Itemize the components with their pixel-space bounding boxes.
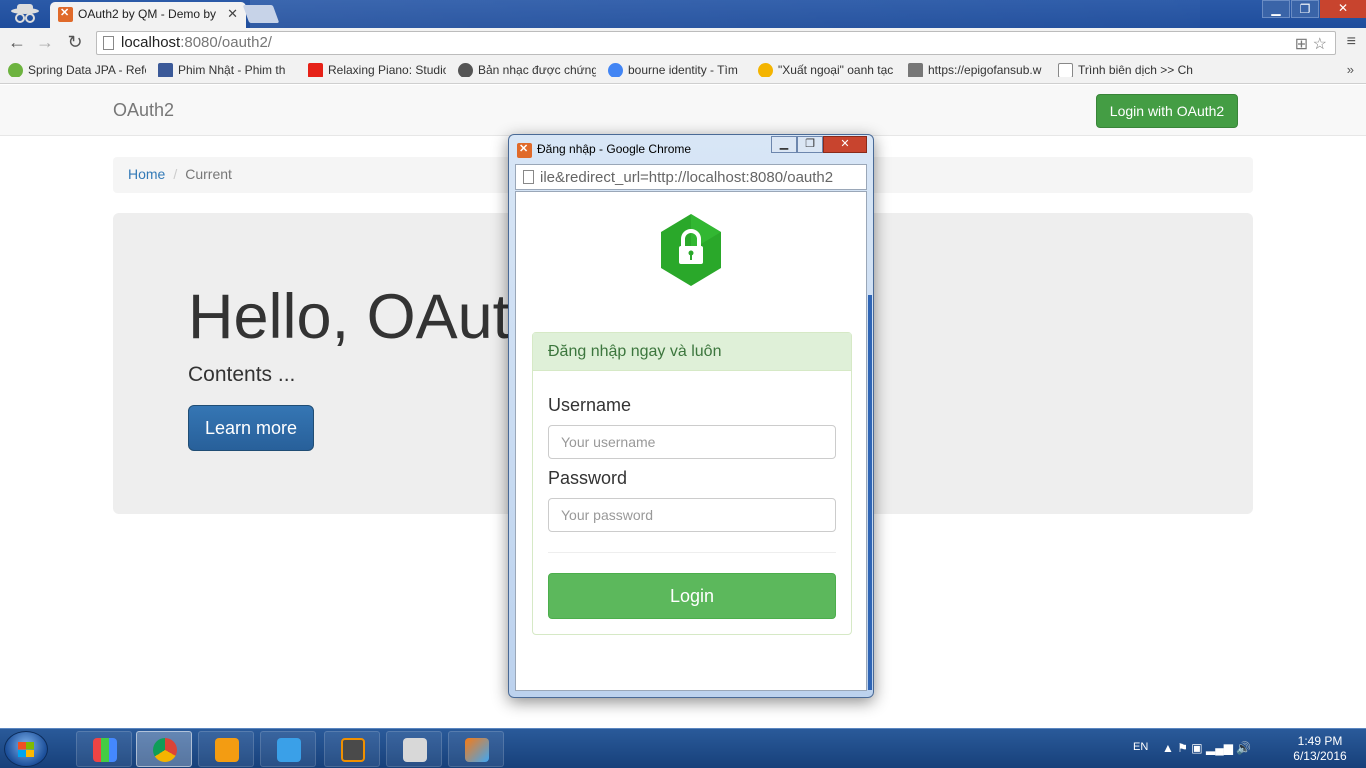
page-icon: [523, 170, 534, 184]
login-panel: Đăng nhập ngay và luôn Username Password…: [532, 332, 852, 635]
more-bookmarks-icon[interactable]: »: [1347, 62, 1354, 77]
language-indicator[interactable]: EN: [1133, 741, 1148, 753]
close-tab-icon[interactable]: ✕: [227, 6, 238, 22]
close-window-button[interactable]: ✕: [1320, 0, 1366, 18]
xampp-favicon-icon: [517, 142, 532, 158]
chrome-menu-icon[interactable]: ≡: [1347, 33, 1356, 51]
popup-address-bar[interactable]: ile&redirect_url=http://localhost:8080/o…: [515, 164, 867, 190]
lock-icon: [661, 214, 721, 286]
new-tab-button[interactable]: [242, 5, 280, 23]
popup-close-button[interactable]: ✕: [823, 136, 867, 153]
bookmark-item[interactable]: "Xuất ngoại" oanh tạc: [758, 63, 896, 77]
bookmark-item[interactable]: Relaxing Piano: Studio: [308, 63, 446, 77]
bookmark-item[interactable]: Trình biên dịch >> Ch: [1058, 63, 1196, 77]
start-menu-icon[interactable]: [4, 731, 48, 767]
divider: [548, 552, 836, 553]
forward-arrow-icon[interactable]: →: [34, 32, 56, 53]
bookmark-item[interactable]: Spring Data JPA - Refe: [8, 63, 146, 77]
upload-icon[interactable]: [260, 731, 316, 767]
clock-date: 6/13/2016: [1293, 749, 1347, 763]
breadcrumb-separator: /: [173, 166, 178, 182]
google-icon: [608, 63, 623, 77]
chrome-icon[interactable]: [136, 731, 192, 767]
popup-scrollbar[interactable]: [868, 295, 872, 690]
url-host: localhost: [121, 34, 181, 51]
tab-title: OAuth2 by QM - Demo by: [78, 7, 217, 21]
popup-minimize-button[interactable]: ▁: [771, 136, 797, 153]
username-label: Username: [548, 395, 632, 415]
fansub-icon: [908, 63, 923, 77]
window-controls: ▁ ❐ ✕: [1262, 0, 1366, 20]
navbar-brand[interactable]: OAuth2: [113, 100, 174, 121]
popup-content: Đăng nhập ngay và luôn Username Password…: [515, 191, 867, 691]
login-with-oauth2-button[interactable]: Login with OAuth2: [1096, 94, 1238, 128]
youtube-icon: [308, 63, 323, 77]
maximize-button[interactable]: ❐: [1291, 0, 1319, 18]
tabstrip-background: [250, 0, 1200, 28]
page-icon: [1058, 63, 1073, 77]
bookmark-item[interactable]: https://epigofansub.w: [908, 63, 1046, 77]
spring-icon: [8, 63, 23, 77]
bookmarks-bar: Spring Data JPA - Refe Phim Nhật - Phim …: [0, 58, 1366, 84]
browser-tabstrip: OAuth2 by QM - Demo by ✕ ▁ ❐ ✕: [0, 0, 1366, 28]
system-clock[interactable]: 1:49 PM 6/13/2016: [1280, 734, 1360, 764]
reload-icon[interactable]: ↻: [64, 32, 86, 53]
media-player-icon[interactable]: [198, 731, 254, 767]
tray-icons[interactable]: ▲ ⚑ ▣ ▂▄▆ 🔊: [1162, 741, 1251, 755]
clock-time: 1:49 PM: [1297, 734, 1343, 748]
popup-window-title: Đăng nhập - Google Chrome: [537, 142, 692, 156]
music-site-icon: [458, 63, 473, 77]
jumbotron-text: Contents ...: [188, 363, 296, 386]
bookmark-item[interactable]: Bản nhạc được chứng: [458, 63, 596, 77]
breadcrumb-current: Current: [185, 166, 232, 182]
xampp-favicon-icon: [58, 6, 73, 22]
bookmark-item[interactable]: Phim Nhật - Phim th: [158, 63, 296, 77]
facebook-icon: [158, 63, 173, 77]
site-navbar: OAuth2 Login with OAuth2: [0, 85, 1366, 136]
url-path: :8080/oauth2/: [180, 34, 272, 51]
breadcrumb-home-link[interactable]: Home: [128, 166, 165, 182]
popup-url: ile&redirect_url=http://localhost:8080/o…: [540, 169, 834, 186]
popup-window-controls: ▁ ❐ ✕: [771, 136, 867, 153]
intellij-icon[interactable]: [448, 731, 504, 767]
back-arrow-icon[interactable]: ←: [6, 32, 28, 53]
password-label: Password: [548, 468, 628, 488]
sublime-text-icon[interactable]: [324, 731, 380, 767]
popup-maximize-button[interactable]: ❐: [797, 136, 823, 153]
file-manager-icon[interactable]: [386, 731, 442, 767]
bookmark-item[interactable]: bourne identity - Tìm: [608, 63, 746, 77]
minimize-button[interactable]: ▁: [1262, 0, 1290, 18]
login-popup-window: Đăng nhập - Google Chrome ▁ ❐ ✕ ile&redi…: [508, 134, 874, 698]
news-site-icon: [758, 63, 773, 77]
browser-toolbar: ← → ↻ localhost:8080/oauth2/ ⊞ ☆ ≡: [0, 28, 1366, 58]
tab-oauth2[interactable]: OAuth2 by QM - Demo by ✕: [50, 2, 246, 28]
page-icon: [103, 36, 114, 50]
username-input[interactable]: [548, 425, 836, 459]
translate-and-star-icons[interactable]: ⊞ ☆: [1295, 34, 1327, 54]
panel-heading: Đăng nhập ngay và luôn: [533, 333, 851, 371]
password-input[interactable]: [548, 498, 836, 532]
learn-more-button[interactable]: Learn more: [188, 405, 314, 451]
login-button[interactable]: Login: [548, 573, 836, 619]
incognito-icon: [11, 4, 39, 23]
windows-taskbar: EN ▲ ⚑ ▣ ▂▄▆ 🔊 1:49 PM 6/13/2016: [0, 728, 1366, 768]
address-bar[interactable]: localhost:8080/oauth2/ ⊞ ☆: [96, 31, 1336, 55]
apps-grid-icon[interactable]: [76, 731, 132, 767]
